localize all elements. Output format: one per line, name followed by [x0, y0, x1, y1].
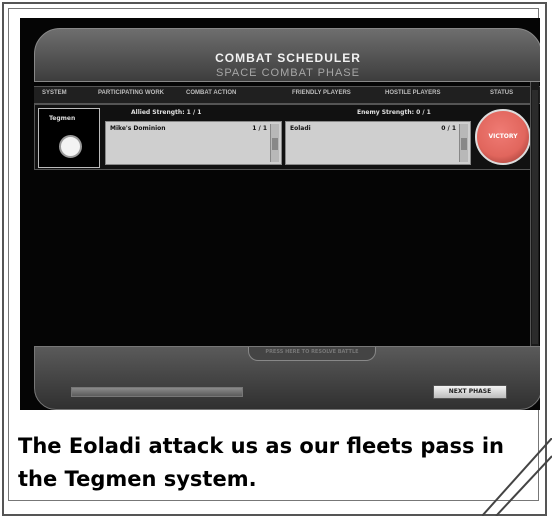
enemy-list-scrollbar[interactable]	[459, 124, 468, 162]
main-scroll-thumb[interactable]	[532, 90, 538, 344]
main-scrollbar[interactable]	[530, 82, 539, 354]
allied-scroll-thumb[interactable]	[272, 138, 278, 150]
column-status: STATUS	[490, 90, 514, 96]
allied-list-scrollbar[interactable]	[270, 124, 279, 162]
allied-strength: Allied Strength: 1 / 1	[131, 109, 202, 116]
window-title: COMBAT SCHEDULER	[215, 51, 361, 65]
column-hostile-players: HOSTILE PLAYERS	[385, 90, 441, 96]
resolve-battle-label: PRESS HERE TO RESOLVE BATTLE	[265, 349, 359, 355]
column-headers: SYSTEM PARTICIPATING WORK COMBAT ACTION …	[34, 86, 540, 104]
column-system: SYSTEM	[42, 90, 67, 96]
allied-player-name: Mike's Dominion	[110, 125, 166, 132]
column-friendly-players: FRIENDLY PLAYERS	[292, 90, 351, 96]
allied-list[interactable]: Mike's Dominion 1 / 1	[105, 121, 282, 165]
column-combat-action: COMBAT ACTION	[186, 90, 237, 96]
figure-caption: The Eoladi attack us as our fleets pass …	[18, 434, 505, 491]
phase-progress-bar	[71, 387, 243, 397]
system-name: Tegmen	[49, 115, 76, 122]
game-screen: COMBAT SCHEDULER SPACE COMBAT PHASE SYST…	[20, 18, 540, 410]
enemy-player-name: Eoladi	[290, 125, 311, 132]
header-bar: COMBAT SCHEDULER SPACE COMBAT PHASE	[34, 28, 540, 82]
victory-status: VICTORY	[475, 109, 531, 165]
enemy-player-count: 0 / 1	[441, 125, 456, 132]
system-cell[interactable]: Tegmen	[38, 108, 100, 168]
enemy-strength: Enemy Strength: 0 / 1	[357, 109, 431, 116]
status-label: VICTORY	[488, 133, 518, 140]
resolve-battle-tab[interactable]: PRESS HERE TO RESOLVE BATTLE	[248, 347, 376, 361]
phase-progress-fill	[72, 388, 242, 396]
next-phase-button[interactable]: NEXT PHASE	[433, 385, 507, 399]
enemy-list[interactable]: Eoladi 0 / 1	[285, 121, 471, 165]
enemy-scroll-thumb[interactable]	[461, 138, 467, 150]
phase-title: SPACE COMBAT PHASE	[216, 67, 360, 79]
combat-row[interactable]: Tegmen Allied Strength: 1 / 1 Mike's Dom…	[34, 104, 531, 170]
planet-icon	[59, 135, 82, 158]
allied-player-count: 1 / 1	[252, 125, 267, 132]
corner-fold-graphic	[482, 438, 552, 516]
column-participating-work: PARTICIPATING WORK	[98, 90, 164, 96]
bottom-control-panel: PRESS HERE TO RESOLVE BATTLE NEXT PHASE	[34, 346, 540, 410]
